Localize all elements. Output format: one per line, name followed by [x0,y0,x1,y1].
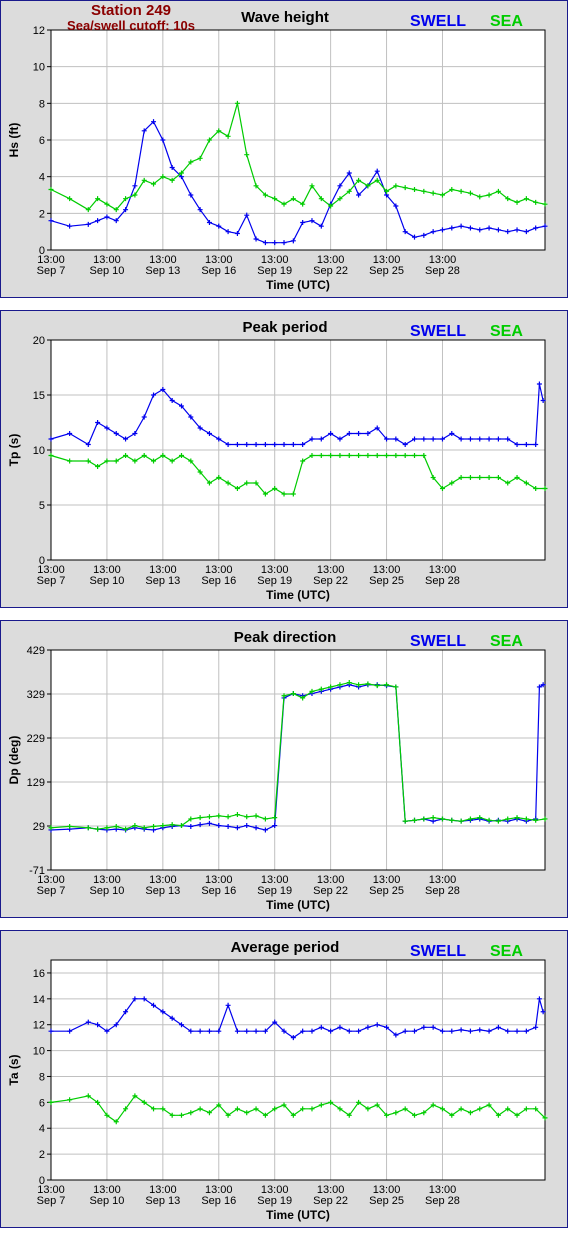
y-tick-label: 0 [39,245,45,257]
y-axis-label: Ta (s) [7,1054,21,1085]
y-axis-label: Tp (s) [7,434,21,467]
legend-swell: SWELL [410,13,466,30]
y-axis-label: Hs (ft) [7,123,21,158]
y-tick-label: 12 [33,25,45,37]
x-tick-date: Sep 13 [145,265,180,277]
y-axis-label: Dp (deg) [7,736,21,785]
x-tick-date: Sep 25 [369,265,404,277]
x-tick-date: Sep 10 [89,1195,124,1207]
legend-swell: SWELL [410,943,466,960]
y-tick-label: 10 [33,1046,45,1058]
wave-height-panel: 13:00 Sep 7 13:00 Sep 10 13:00 Sep 13 13:00 Sep… [0,0,568,298]
plot-area [51,960,545,1180]
legend-swell: SWELL [410,633,466,650]
chart-title: Peak direction [234,629,337,646]
peak-period-panel: 13:00 Sep 7 13:00 Sep 10 13:00 Sep 13 13:00 Sep… [0,310,568,608]
x-tick-date: Sep 22 [313,265,348,277]
y-tick-label: 10 [33,62,45,74]
x-tick-date: Sep 19 [257,575,292,587]
y-tick-label: 129 [27,777,45,789]
x-tick-date: Sep 19 [257,265,292,277]
chart-title: Wave height [241,9,329,26]
y-tick-label: 229 [27,733,45,745]
y-tick-label: -71 [29,865,45,877]
x-tick-date: Sep 28 [425,575,460,587]
x-tick-date: Sep 22 [313,885,348,897]
y-tick-label: 2 [39,1149,45,1161]
x-tick-date: Sep 13 [145,885,180,897]
peak-direction-panel: 13:00 Sep 7 13:00 Sep 10 13:00 Sep 13 13:00 Sep… [0,620,568,918]
x-tick-date: Sep 22 [313,575,348,587]
chart-title: Average period [231,939,340,956]
y-tick-label: 8 [39,1071,45,1083]
x-tick-date: Sep 28 [425,265,460,277]
chart-svg: 13:00Sep 713:00Sep 1013:00Sep 1313:00Sep… [7,2,548,292]
y-tick-label: 16 [33,968,45,980]
x-tick-date: Sep 16 [201,1195,236,1207]
x-tick-date: Sep 28 [425,885,460,897]
average-period-panel: 13:00 Sep 7 13:00 Sep 10 13:00 Sep 13 13:00 Sep… [0,930,568,1228]
y-tick-label: 20 [33,335,45,347]
x-axis-label: Time (UTC) [266,278,330,292]
y-tick-label: 4 [39,172,45,184]
y-tick-label: 429 [27,645,45,657]
y-tick-label: 10 [33,445,45,457]
legend-sea: SEA [490,323,523,340]
chart-svg: 13:00Sep 713:00Sep 1013:00Sep 1313:00Sep… [7,629,548,912]
x-tick-date: Sep 7 [37,1195,66,1207]
x-tick-date: Sep 7 [37,575,66,587]
y-tick-label: 0 [39,1175,45,1187]
station-name: Station 249 [91,2,171,19]
y-tick-label: 4 [39,1123,45,1135]
x-tick-date: Sep 16 [201,885,236,897]
x-tick-date: Sep 10 [89,575,124,587]
x-tick-date: Sep 10 [89,265,124,277]
x-tick-date: Sep 16 [201,265,236,277]
legend-sea: SEA [490,943,523,960]
x-axis-label: Time (UTC) [266,1208,330,1222]
legend-sea: SEA [490,633,523,650]
chart-title: Peak period [242,319,327,336]
chart-svg: 13:00Sep 713:00Sep 1013:00Sep 1313:00Sep… [7,319,548,602]
x-tick-date: Sep 25 [369,575,404,587]
y-tick-label: 14 [33,994,45,1006]
x-tick-date: Sep 10 [89,885,124,897]
x-tick-date: Sep 22 [313,1195,348,1207]
y-tick-label: 2 [39,208,45,220]
x-tick-date: Sep 13 [145,1195,180,1207]
x-tick-date: Sep 25 [369,885,404,897]
plot-area [51,650,545,870]
y-tick-label: 29 [33,821,45,833]
x-tick-date: Sep 25 [369,1195,404,1207]
legend-sea: SEA [490,13,523,30]
x-tick-date: Sep 13 [145,575,180,587]
chart-svg: 13:00Sep 713:00Sep 1013:00Sep 1313:00Sep… [7,939,548,1222]
x-tick-date: Sep 28 [425,1195,460,1207]
y-tick-label: 8 [39,98,45,110]
x-tick-date: Sep 19 [257,1195,292,1207]
y-tick-label: 0 [39,555,45,567]
x-axis-label: Time (UTC) [266,898,330,912]
x-axis-label: Time (UTC) [266,588,330,602]
y-tick-label: 329 [27,689,45,701]
x-tick-date: Sep 7 [37,885,66,897]
y-tick-label: 12 [33,1020,45,1032]
x-tick-date: Sep 16 [201,575,236,587]
x-tick-date: Sep 19 [257,885,292,897]
cutoff-label: Sea/swell cutoff: 10s [67,18,195,33]
y-tick-label: 6 [39,135,45,147]
y-tick-label: 6 [39,1097,45,1109]
x-tick-date: Sep 7 [37,265,66,277]
y-tick-label: 5 [39,500,45,512]
legend-swell: SWELL [410,323,466,340]
y-tick-label: 15 [33,390,45,402]
